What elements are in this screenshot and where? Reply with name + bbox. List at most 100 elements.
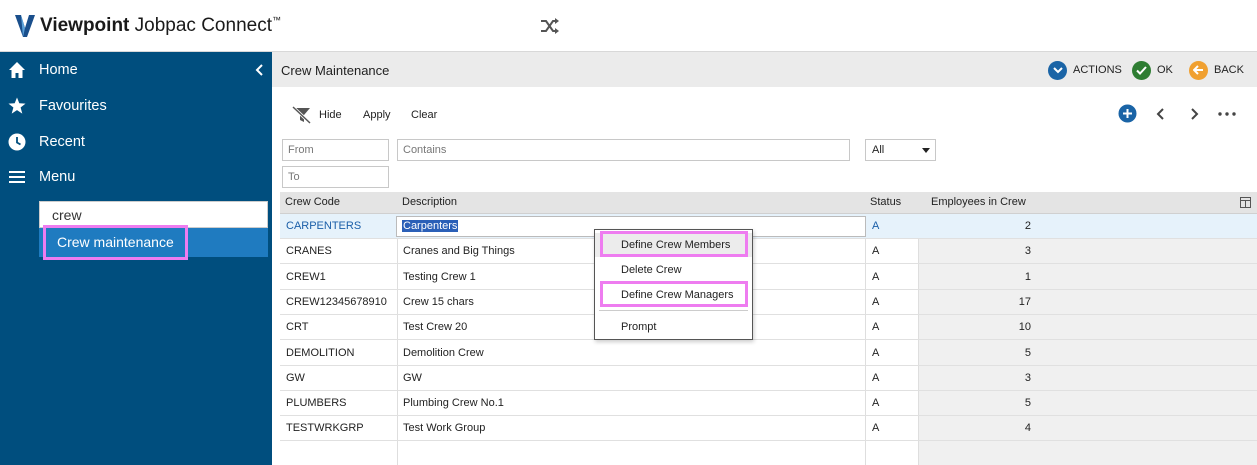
crew-code-cell: CRANES xyxy=(286,245,332,258)
highlight-box xyxy=(600,281,748,307)
status-selected: All xyxy=(872,144,885,156)
sidebar-item-label: Home xyxy=(39,62,78,78)
crew-code-cell: TESTWRKGRP xyxy=(286,422,364,435)
table-row[interactable]: CREW12345678910 Crew 15 chars A 17 xyxy=(280,290,1257,315)
column-header-employees[interactable]: Employees in Crew xyxy=(931,196,1026,208)
menu-separator xyxy=(599,310,748,311)
description-cell: Plumbing Crew No.1 xyxy=(403,397,504,410)
employees-cell: 1 xyxy=(1024,270,1031,283)
description-cell: Test Work Group xyxy=(403,422,486,435)
column-header-status[interactable]: Status xyxy=(870,196,901,208)
status-cell: A xyxy=(872,346,880,359)
status-cell: A xyxy=(872,295,880,308)
crew-code-cell: CREW12345678910 xyxy=(286,295,387,308)
column-settings-icon[interactable] xyxy=(1240,197,1251,208)
employees-cell: 3 xyxy=(1024,371,1031,384)
table-row[interactable]: PLUMBERS Plumbing Crew No.1 A 5 xyxy=(280,391,1257,417)
employees-cell: 10 xyxy=(1018,321,1031,334)
employees-cell: 17 xyxy=(1018,295,1031,308)
collapse-sidebar-icon[interactable] xyxy=(254,64,264,76)
from-filter-input[interactable]: From xyxy=(282,139,389,161)
description-cell: Testing Crew 1 xyxy=(403,270,476,283)
employees-cell: 5 xyxy=(1024,397,1031,410)
clear-button[interactable]: Clear xyxy=(411,105,437,125)
hide-label: Hide xyxy=(319,109,342,121)
star-icon xyxy=(8,97,26,114)
table-row[interactable]: CRT Test Crew 20 A 10 xyxy=(280,315,1257,341)
description-cell: Cranes and Big Things xyxy=(403,245,515,258)
column-header-crew-code[interactable]: Crew Code xyxy=(285,196,340,208)
clock-icon xyxy=(8,133,26,151)
crew-code-cell: CRT xyxy=(286,321,309,334)
description-cell: Demolition Crew xyxy=(403,346,484,359)
sidebar-item-label: Recent xyxy=(39,134,85,150)
status-cell: A xyxy=(872,321,880,334)
actions-button[interactable]: ACTIONS xyxy=(1048,60,1122,80)
chevron-right-icon[interactable] xyxy=(1190,108,1199,120)
highlight-box xyxy=(43,225,188,260)
crew-code-cell: PLUMBERS xyxy=(286,397,347,410)
viewpoint-logo-icon xyxy=(15,15,35,37)
to-filter-input[interactable]: To xyxy=(282,166,389,188)
add-icon[interactable] xyxy=(1118,104,1137,123)
page-title: Crew Maintenance xyxy=(281,63,390,78)
menu-search-input[interactable] xyxy=(40,202,267,227)
status-filter-select[interactable]: All xyxy=(865,139,936,161)
top-bar: Viewpoint Jobpac Connect™ xyxy=(0,0,1257,52)
status-cell: A xyxy=(872,371,880,384)
from-placeholder: From xyxy=(288,144,314,156)
hamburger-icon xyxy=(9,171,25,183)
employees-cell: 5 xyxy=(1024,346,1031,359)
sidebar-item-favourites[interactable]: Favourites xyxy=(0,89,272,123)
table-row[interactable]: CARPENTERS Carpenters A 2 xyxy=(280,214,1257,239)
more-icon[interactable] xyxy=(1218,112,1236,116)
status-cell: A xyxy=(872,397,880,410)
sidebar-item-home[interactable]: Home xyxy=(0,53,272,87)
apply-label: Apply xyxy=(363,109,391,121)
description-cell: Crew 15 chars xyxy=(403,295,474,308)
actions-label: ACTIONS xyxy=(1073,64,1122,76)
main-panel: Crew Maintenance ACTIONS OK BACK Hide Ap… xyxy=(272,52,1257,465)
table-row[interactable]: GW GW A 3 xyxy=(280,366,1257,391)
status-cell: A xyxy=(872,270,880,283)
ok-button[interactable]: OK xyxy=(1132,60,1173,80)
menu-item-delete-crew[interactable]: Delete Crew xyxy=(595,258,752,282)
menu-search-field[interactable] xyxy=(39,201,268,228)
table-row[interactable]: TESTWRKGRP Test Work Group A 4 xyxy=(280,416,1257,442)
employees-cell: 2 xyxy=(1024,220,1031,232)
description-cell: Test Crew 20 xyxy=(403,321,468,334)
table-row[interactable]: CREW1 Testing Crew 1 A 1 xyxy=(280,265,1257,290)
clear-label: Clear xyxy=(411,109,438,121)
caret-down-icon xyxy=(922,148,930,153)
table-row[interactable]: CRANES Cranes and Big Things A 3 xyxy=(280,239,1257,265)
chevron-down-icon xyxy=(1048,60,1067,80)
hide-filter-button[interactable]: Hide xyxy=(292,105,342,125)
home-icon xyxy=(9,62,25,78)
sidebar-item-label: Favourites xyxy=(39,98,107,114)
back-button[interactable]: BACK xyxy=(1189,60,1244,80)
employees-cell: 4 xyxy=(1024,422,1031,435)
title-bar: Crew Maintenance ACTIONS OK BACK xyxy=(272,52,1257,87)
apply-button[interactable]: Apply xyxy=(363,105,391,125)
crew-code-cell: GW xyxy=(286,371,305,384)
filter-off-icon xyxy=(292,106,312,124)
app-brand: Viewpoint Jobpac Connect™ xyxy=(40,15,281,36)
menu-item-label: Prompt xyxy=(621,321,657,333)
crew-code-cell: CREW1 xyxy=(286,270,326,283)
employees-cell: 3 xyxy=(1024,245,1031,258)
to-placeholder: To xyxy=(288,171,300,183)
sidebar-item-recent[interactable]: Recent xyxy=(0,125,272,159)
menu-item-prompt[interactable]: Prompt xyxy=(595,315,752,339)
menu-item-label: Delete Crew xyxy=(621,264,682,276)
table-row[interactable]: DEMOLITION Demolition Crew A 5 xyxy=(280,341,1257,366)
description-filter-input[interactable]: Contains xyxy=(397,139,850,161)
column-header-description[interactable]: Description xyxy=(402,196,457,208)
ok-label: OK xyxy=(1157,64,1173,76)
crew-code-cell: CARPENTERS xyxy=(286,220,362,232)
shuffle-icon[interactable] xyxy=(540,17,560,35)
chevron-left-icon[interactable] xyxy=(1156,108,1165,120)
arrow-left-icon xyxy=(1189,60,1208,80)
status-cell: A xyxy=(872,245,880,258)
sidebar-item-menu[interactable]: Menu xyxy=(0,160,272,194)
status-cell: A xyxy=(872,422,880,435)
